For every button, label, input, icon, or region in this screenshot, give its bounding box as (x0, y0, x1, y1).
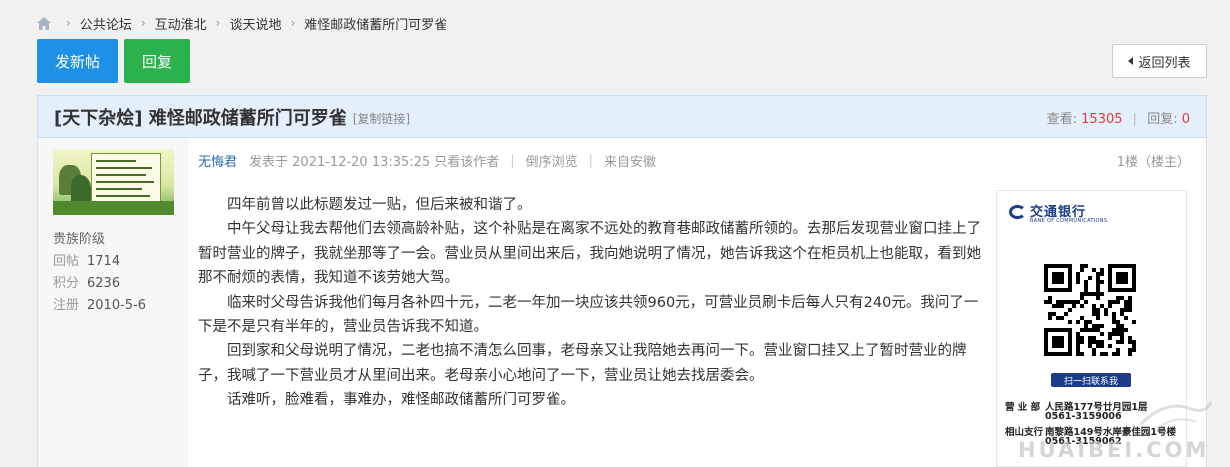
author-sidebar: 贵族阶级 回帖 1714 积分 6236 注册 2010-5-6 (38, 138, 188, 467)
points-label: 积分 (53, 276, 80, 291)
breadcrumb: › 公共论坛 › 互动淮北 › 谈天说地 › 难怪邮政储蓄所门可罗雀 (37, 14, 447, 33)
avatar-grass (53, 201, 174, 215)
post-paragraph: 话难听，脸难看，事难办，难怪邮政储蓄所门可罗雀。 (227, 392, 575, 409)
watermark-logo-icon (1139, 401, 1213, 430)
register-stat: 注册 2010-5-6 (53, 294, 146, 313)
posts-label: 回帖 (53, 254, 80, 269)
site-watermark: HUAIBEI.COM (1018, 392, 1230, 467)
reply-button[interactable]: 回复 (124, 39, 190, 83)
posts-stat: 回帖 1714 (53, 250, 120, 269)
new-post-button[interactable]: 发新帖 (37, 39, 118, 83)
watermark-text: HUAIBEI.COM (1018, 438, 1210, 462)
replies-count: 0 (1181, 112, 1190, 127)
post-paragraph: 临来时父母告诉我他们每月各补四十元，二老一年加一块应该共领960元，可营业员刷卡… (198, 294, 979, 336)
register-value: 2010-5-6 (87, 298, 147, 313)
caret-left-icon (1128, 57, 1134, 65)
chevron-right-icon: › (215, 16, 221, 30)
divider: | (510, 153, 515, 168)
chevron-right-icon: › (290, 16, 296, 30)
avatar-figure (71, 175, 91, 203)
posts-value[interactable]: 1714 (87, 254, 120, 269)
scan-label: 扫一扫联系我 (1051, 373, 1131, 387)
thread-header: [天下杂烩] 难怪邮政储蓄所门可罗雀 [复制链接] 查看: 15305 | 回复… (37, 95, 1207, 138)
breadcrumb-subboard[interactable]: 谈天说地 (229, 14, 281, 33)
thread-stats: 查看: 15305 | 回复: 0 (1047, 108, 1190, 127)
back-to-list-label: 返回列表 (1138, 55, 1191, 71)
user-rank[interactable]: 贵族阶级 (53, 228, 105, 247)
breadcrumb-forum[interactable]: 公共论坛 (80, 14, 132, 33)
home-icon[interactable] (37, 16, 51, 30)
points-stat: 积分 6236 (53, 272, 120, 291)
views-label: 查看: (1046, 112, 1078, 127)
author-link[interactable]: 无悔君 (198, 151, 237, 170)
breadcrumb-current[interactable]: 难怪邮政储蓄所门可罗雀 (304, 14, 447, 33)
avatar-board (91, 153, 161, 207)
post-time: 发表于 2021-12-20 13:35:25 (249, 155, 431, 170)
post-paragraph: 中午父母让我去帮他们去领高龄补贴，这个补贴是在离家不远处的教育巷邮政储蓄所领的。… (198, 221, 981, 287)
back-to-list-button[interactable]: 返回列表 (1112, 44, 1207, 78)
points-value[interactable]: 6236 (87, 276, 120, 291)
post-paragraph: 回到家和父母说明了情况，二老也搞不清怎么回事，老母亲又让我陪她去再问一下。营业窗… (198, 343, 967, 384)
breadcrumb-board[interactable]: 互动淮北 (155, 14, 207, 33)
copy-link-button[interactable]: [复制链接] (353, 110, 410, 127)
avatar[interactable] (53, 149, 174, 215)
thread-title: [天下杂烩] 难怪邮政储蓄所门可罗雀 (54, 107, 347, 129)
reverse-order-link[interactable]: 倒序浏览 (526, 151, 578, 170)
only-author-link[interactable]: 只看该作者 (434, 151, 499, 170)
divider: | (588, 153, 594, 168)
post-paragraph: 四年前曾以此标题发过一贴，但后来被和谐了。 (227, 197, 532, 213)
divider: | (1132, 112, 1138, 127)
register-label: 注册 (53, 298, 80, 313)
qr-code-icon (1044, 264, 1136, 356)
bank-logo-icon (1009, 205, 1026, 219)
post-source: 来自安徽 (604, 155, 657, 170)
chevron-right-icon: › (66, 16, 71, 30)
bank-name-en: BANK OF COMMUNICATIONS (1030, 218, 1108, 224)
chevron-right-icon: › (140, 16, 146, 30)
floor-number[interactable]: 1楼（楼主） (1117, 151, 1190, 170)
post-meta: 无悔君 发表于 2021-12-20 13:35:25 只看该作者 | 倒序浏览… (198, 151, 656, 170)
post-content: 四年前曾以此标题发过一贴，但后来被和谐了。 中午父母让我去帮他们去领高龄补贴，这… (198, 193, 988, 413)
views-count: 15305 (1081, 112, 1123, 127)
replies-label: 回复: (1147, 112, 1178, 127)
